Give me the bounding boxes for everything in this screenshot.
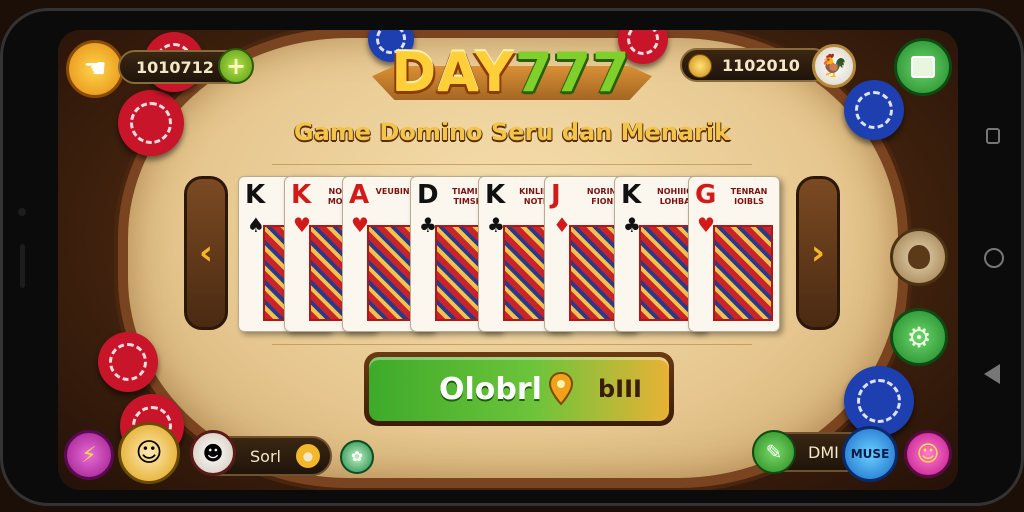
logo-text: DAY — [391, 41, 515, 104]
hand-pointer-button[interactable]: ☚ — [66, 40, 124, 98]
poker-chip — [844, 366, 914, 436]
music-label: MUSE — [850, 447, 890, 461]
card-caption: TENRAN IOIBLS — [730, 187, 768, 206]
lightning-icon: ⚡ — [81, 442, 97, 468]
phone-speaker — [18, 208, 26, 216]
play-button-face: Olobrl bIII — [369, 357, 669, 421]
playing-card[interactable]: G ♥ TENRAN IOIBLS — [688, 176, 780, 332]
face-avatar-icon: ☺ — [135, 438, 163, 468]
next-arrow-button[interactable]: › — [796, 176, 840, 330]
game-subtitle: Game Domino Seru dan Menarik — [293, 118, 731, 146]
chevron-left-icon: ‹ — [198, 233, 213, 273]
cat-avatar-icon: ✿ — [351, 449, 363, 465]
wrench-icon: ✎ — [765, 440, 783, 464]
card-rank: K — [485, 180, 506, 210]
nav-back-icon[interactable] — [984, 364, 1000, 384]
game-logo: DAY777 — [376, 38, 646, 108]
shop-button[interactable] — [890, 228, 948, 286]
phone-side-button — [20, 244, 25, 288]
prev-arrow-button[interactable]: ‹ — [184, 176, 228, 330]
music-button[interactable]: MUSE — [842, 426, 898, 482]
special-event-button[interactable]: ⚡ — [64, 430, 114, 480]
mission-button[interactable] — [894, 38, 952, 96]
nav-home-icon[interactable] — [984, 248, 1004, 268]
list-board-icon — [911, 56, 935, 78]
card-rank: A — [349, 180, 370, 210]
card-face-art — [713, 225, 773, 321]
gear-icon: ⚙ — [906, 320, 932, 354]
card-rank: K — [621, 180, 642, 210]
profile-avatar[interactable]: 🐓 — [812, 44, 856, 88]
clown-avatar-icon: ☻ — [202, 441, 224, 465]
money-bag-icon — [908, 245, 930, 269]
divider-bottom — [272, 344, 752, 345]
coins-pill: 1102010 — [680, 48, 830, 82]
plus-icon: + — [225, 52, 247, 80]
paw-icon: ● — [296, 444, 320, 468]
play-label: Olobrl — [439, 371, 542, 407]
logo-number: 777 — [514, 41, 631, 104]
opponent-avatar[interactable]: ☻ — [190, 430, 236, 476]
coin-icon — [688, 54, 712, 78]
card-rank: K — [245, 180, 266, 210]
rooster-avatar-icon: 🐓 — [820, 53, 848, 79]
smiley-icon: ☺ — [916, 441, 940, 467]
coins-value: 1102010 — [722, 55, 800, 75]
emoji-button[interactable]: ☺ — [904, 430, 952, 478]
balance-value: 1010712 — [136, 57, 214, 77]
chevron-right-icon: › — [810, 233, 825, 273]
poker-chip — [98, 332, 158, 392]
add-balance-button[interactable]: + — [218, 48, 254, 84]
play-secondary-label: bIII — [597, 375, 642, 403]
divider-top — [272, 164, 752, 165]
player-avatar[interactable]: ☺ — [118, 422, 180, 484]
card-rank: D — [417, 180, 439, 210]
card-rank: G — [695, 180, 717, 210]
hand-pointer-icon: ☚ — [83, 54, 107, 84]
settings-button[interactable]: ⚙ — [890, 308, 948, 366]
card-rank: K — [291, 180, 312, 210]
card-rank: J — [551, 180, 561, 210]
play-button[interactable]: Olobrl bIII — [364, 352, 674, 426]
tools-label: DMI — [808, 442, 839, 462]
tools-button[interactable]: ✎ — [752, 430, 796, 474]
location-pin-icon — [548, 372, 573, 406]
friend-avatar[interactable]: ✿ — [340, 440, 374, 474]
player-label: Sorl — [250, 446, 281, 466]
